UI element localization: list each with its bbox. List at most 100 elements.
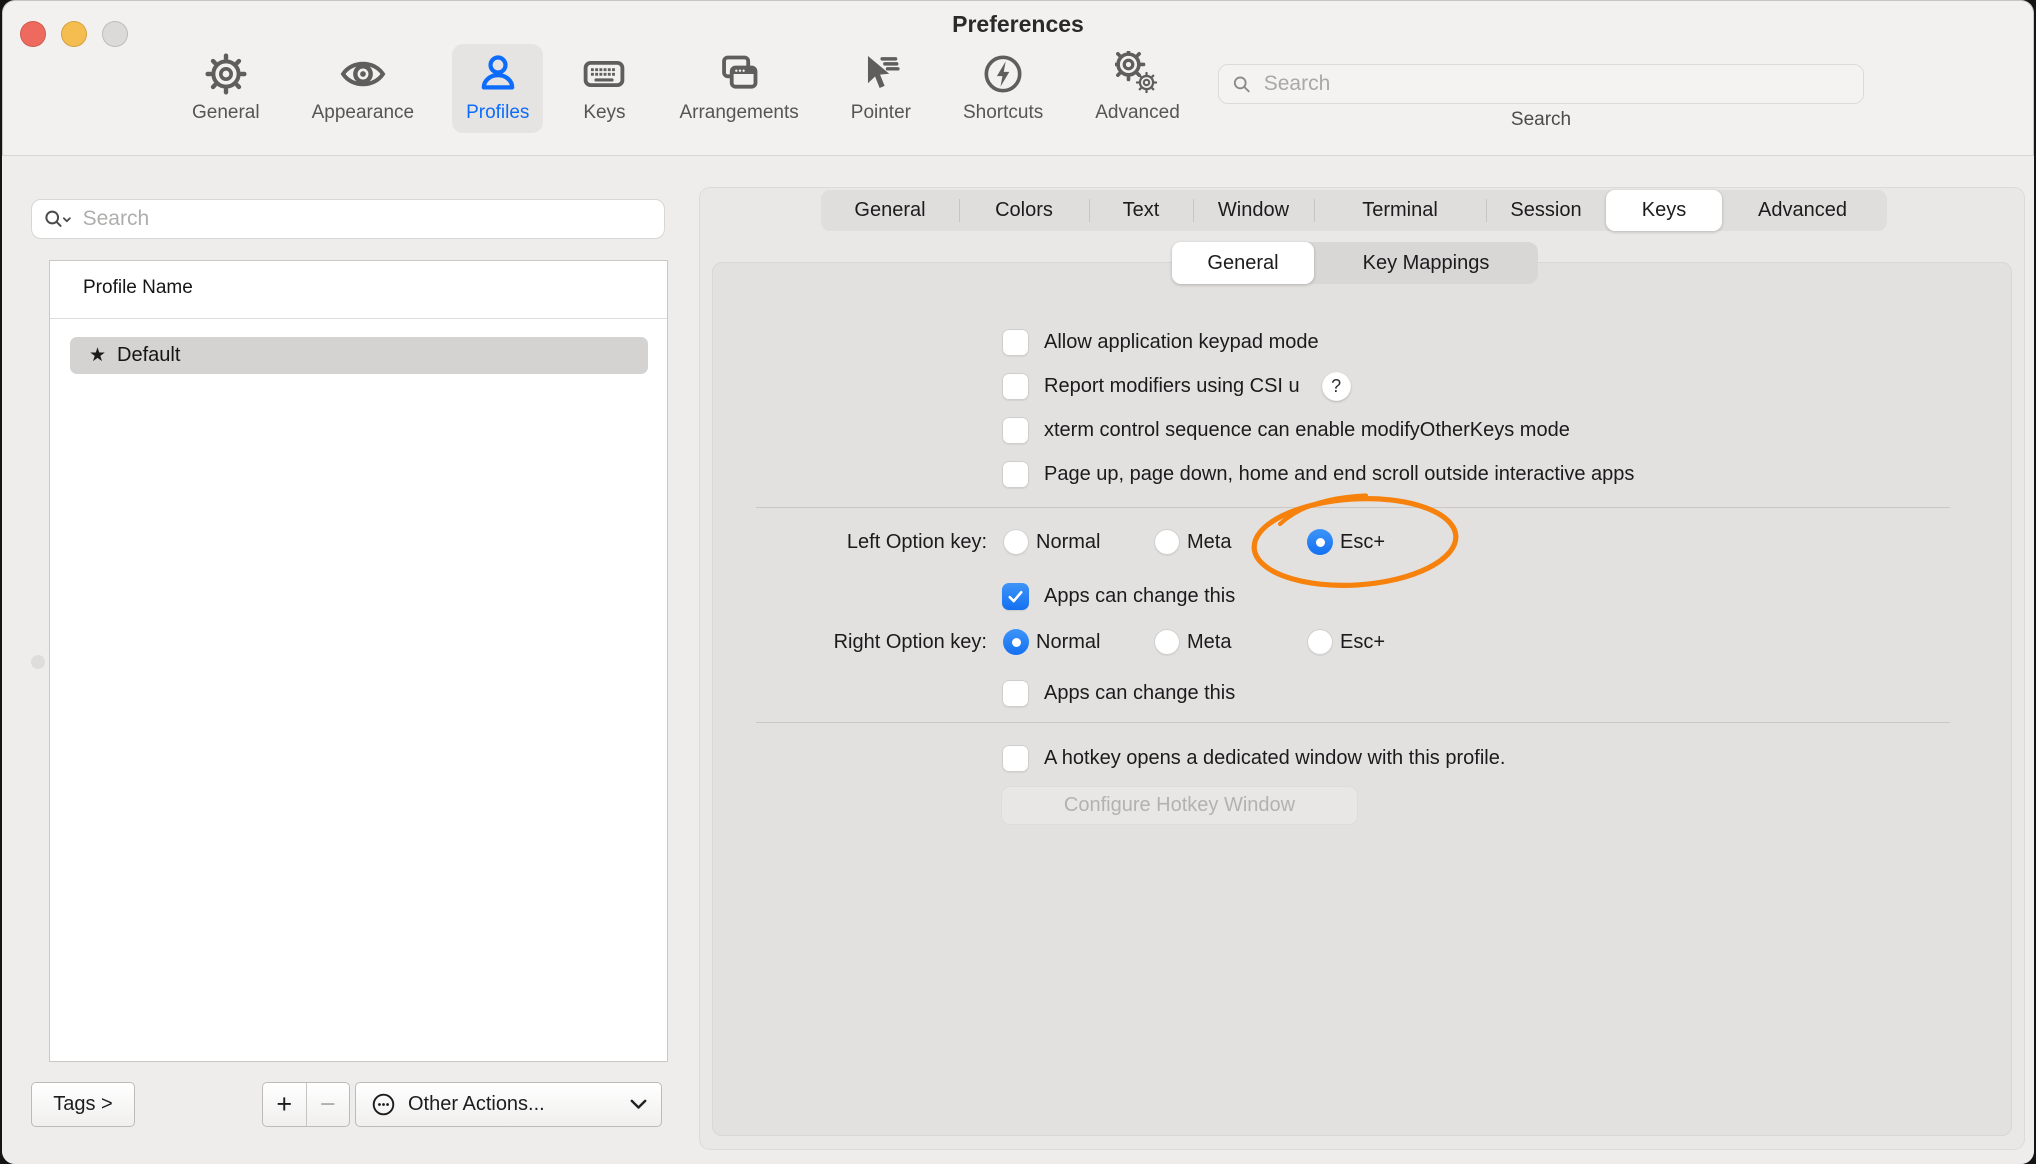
row-csi-u: Report modifiers using CSI u ? — [1002, 366, 1351, 406]
screenshot-stage: Preferences General — [0, 0, 2036, 1164]
toolbar-item-keys[interactable]: Keys — [567, 44, 641, 133]
toolbar-item-advanced[interactable]: Advanced — [1081, 44, 1194, 133]
radio-label: Normal — [1036, 631, 1100, 654]
subtab-label: General — [1207, 252, 1278, 275]
profile-list-header-divider — [50, 318, 667, 319]
check-icon — [1005, 586, 1026, 607]
tab-colors[interactable]: Colors — [959, 190, 1089, 231]
modify-other-keys-checkbox[interactable] — [1002, 417, 1029, 444]
tab-session[interactable]: Session — [1486, 190, 1606, 231]
chevron-down-icon — [630, 1099, 647, 1110]
toolbar-search-input[interactable] — [1262, 71, 1851, 97]
radio-meta[interactable] — [1154, 629, 1180, 655]
tab-window[interactable]: Window — [1193, 190, 1314, 231]
ellipsis-circle-icon — [370, 1091, 397, 1118]
tab-label: Terminal — [1362, 199, 1438, 222]
help-button[interactable]: ? — [1322, 372, 1351, 401]
toolbar-item-label: General — [192, 102, 260, 124]
hotkey-checkbox[interactable] — [1002, 745, 1029, 772]
csi-u-checkbox[interactable] — [1002, 373, 1029, 400]
checkbox-label: Allow application keypad mode — [1044, 331, 1319, 354]
other-actions-label: Other Actions... — [408, 1093, 545, 1116]
row-allow-keypad: Allow application keypad mode — [1002, 322, 1319, 362]
toolbar-item-label: Arrangements — [679, 102, 798, 124]
page-scroll-checkbox[interactable] — [1002, 461, 1029, 488]
right-option-meta[interactable]: Meta — [1154, 622, 1231, 662]
toolbar-item-pointer[interactable]: Pointer — [837, 44, 925, 133]
toolbar-item-general[interactable]: General — [178, 44, 274, 133]
keyboard-icon — [581, 51, 627, 97]
plus-icon: + — [276, 1089, 292, 1120]
toolbar-item-shortcuts[interactable]: Shortcuts — [949, 44, 1057, 133]
minus-icon: − — [320, 1089, 336, 1120]
profile-list: Profile Name ★ Default — [49, 260, 668, 1062]
tab-label: Session — [1510, 199, 1581, 222]
left-option-meta[interactable]: Meta — [1154, 522, 1231, 562]
tags-button[interactable]: Tags > — [31, 1082, 135, 1127]
remove-profile-button[interactable]: − — [307, 1083, 350, 1126]
checkbox-label: A hotkey opens a dedicated window with t… — [1044, 747, 1505, 770]
right-apps-can-change-checkbox[interactable] — [1002, 680, 1029, 707]
add-remove-profile-group: + − — [262, 1082, 350, 1127]
question-mark-icon: ? — [1331, 376, 1341, 397]
person-icon — [475, 51, 521, 97]
toolbar-search-field[interactable] — [1218, 64, 1864, 104]
profile-row-default[interactable]: ★ Default — [70, 337, 648, 374]
toolbar-search-caption: Search — [1218, 109, 1864, 131]
other-actions-dropdown[interactable]: Other Actions... — [355, 1082, 662, 1127]
row-right-apps-can-change: Apps can change this — [1002, 673, 1235, 713]
search-icon — [1231, 73, 1253, 96]
gears-icon — [1115, 51, 1161, 97]
row-modify-other-keys: xterm control sequence can enable modify… — [1002, 410, 1570, 450]
star-icon: ★ — [89, 344, 106, 367]
subtab-label: Key Mappings — [1363, 252, 1490, 275]
tab-terminal[interactable]: Terminal — [1314, 190, 1486, 231]
toolbar-item-profiles[interactable]: Profiles — [452, 44, 543, 133]
profile-list-header: Profile Name — [83, 277, 193, 299]
tab-label: General — [854, 199, 925, 222]
search-scope-icon — [42, 207, 74, 231]
preferences-toolbar: General Appearance Profiles — [178, 44, 1194, 133]
radio-normal-selected[interactable] — [1003, 629, 1029, 655]
checkbox-label: Apps can change this — [1044, 585, 1235, 608]
checkbox-label: Report modifiers using CSI u — [1044, 375, 1300, 398]
allow-keypad-checkbox[interactable] — [1002, 329, 1029, 356]
section-divider — [756, 722, 1950, 723]
tab-general[interactable]: General — [821, 190, 959, 231]
right-option-esc[interactable]: Esc+ — [1307, 622, 1385, 662]
profile-search-field[interactable] — [31, 199, 665, 239]
subtab-general[interactable]: General — [1172, 242, 1314, 284]
annotation-ellipse — [1238, 482, 1474, 606]
tab-label: Window — [1218, 199, 1289, 222]
profile-search-input[interactable] — [81, 206, 654, 232]
bolt-circle-icon — [980, 51, 1026, 97]
tab-text[interactable]: Text — [1089, 190, 1193, 231]
tab-keys[interactable]: Keys — [1606, 190, 1722, 231]
tab-label: Text — [1123, 199, 1160, 222]
toolbar-item-label: Advanced — [1095, 102, 1180, 124]
toolbar-item-label: Appearance — [312, 102, 414, 124]
row-hotkey: A hotkey opens a dedicated window with t… — [1002, 738, 1505, 778]
radio-normal[interactable] — [1003, 529, 1029, 555]
left-option-normal[interactable]: Normal — [1003, 522, 1100, 562]
checkbox-label: xterm control sequence can enable modify… — [1044, 419, 1570, 442]
keys-tab-content — [712, 262, 2012, 1136]
preferences-window: Preferences General — [2, 0, 2034, 1164]
add-profile-button[interactable]: + — [263, 1083, 307, 1126]
radio-meta[interactable] — [1154, 529, 1180, 555]
tags-button-label: Tags > — [53, 1093, 112, 1116]
toolbar-item-arrangements[interactable]: Arrangements — [665, 44, 812, 133]
toolbar-item-label: Shortcuts — [963, 102, 1043, 124]
toolbar-item-appearance[interactable]: Appearance — [298, 44, 428, 133]
button-label: Configure Hotkey Window — [1064, 794, 1295, 817]
right-option-key-label: Right Option key: — [702, 622, 987, 662]
right-option-normal[interactable]: Normal — [1003, 622, 1100, 662]
tab-advanced[interactable]: Advanced — [1722, 190, 1883, 231]
cursor-icon — [858, 51, 904, 97]
left-apps-can-change-checkbox[interactable] — [1002, 583, 1029, 610]
tab-label: Keys — [1642, 199, 1686, 222]
configure-hotkey-window-button[interactable]: Configure Hotkey Window — [1001, 786, 1358, 825]
subtab-key-mappings[interactable]: Key Mappings — [1314, 242, 1538, 284]
profile-name: Default — [117, 344, 180, 367]
radio-esc[interactable] — [1307, 629, 1333, 655]
